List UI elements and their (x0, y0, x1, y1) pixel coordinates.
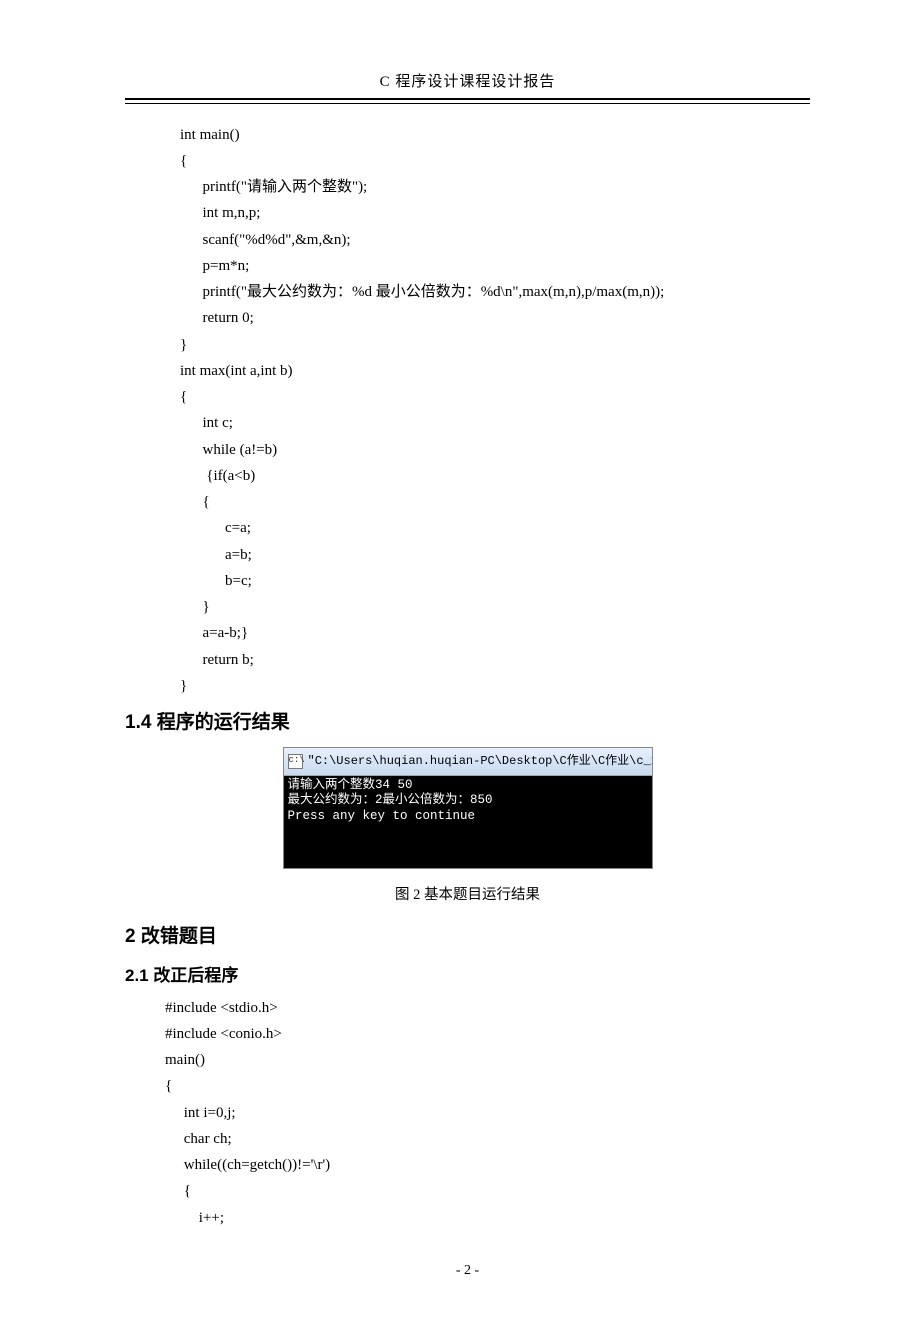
figure-caption: 图 2 基本题目运行结果 (125, 883, 810, 908)
console-icon: c:\ (288, 754, 303, 769)
console-title-text: "C:\Users\huqian.huqian-PC\Desktop\C作业\C… (308, 751, 652, 771)
section-heading-2: 2 改错题目 (125, 921, 810, 953)
section-heading-1-4: 1.4 程序的运行结果 (125, 707, 810, 739)
code-block-1: int main() { printf("请输入两个整数"); int m,n,… (180, 122, 810, 700)
page-header-title: C 程序设计课程设计报告 (125, 70, 810, 96)
header-divider (125, 98, 810, 104)
console-window: c:\ "C:\Users\huqian.huqian-PC\Desktop\C… (283, 747, 653, 868)
document-page: C 程序设计课程设计报告 int main() { printf("请输入两个整… (0, 0, 920, 1323)
code-block-2: #include <stdio.h> #include <conio.h> ma… (165, 995, 810, 1231)
page-number: - 2 - (125, 1259, 810, 1283)
console-body: 请输入两个整数34 50 最大公约数为：2最小公倍数为：850 Press an… (284, 776, 652, 868)
section-heading-2-1: 2.1 改正后程序 (125, 962, 810, 991)
console-titlebar: c:\ "C:\Users\huqian.huqian-PC\Desktop\C… (284, 748, 652, 775)
